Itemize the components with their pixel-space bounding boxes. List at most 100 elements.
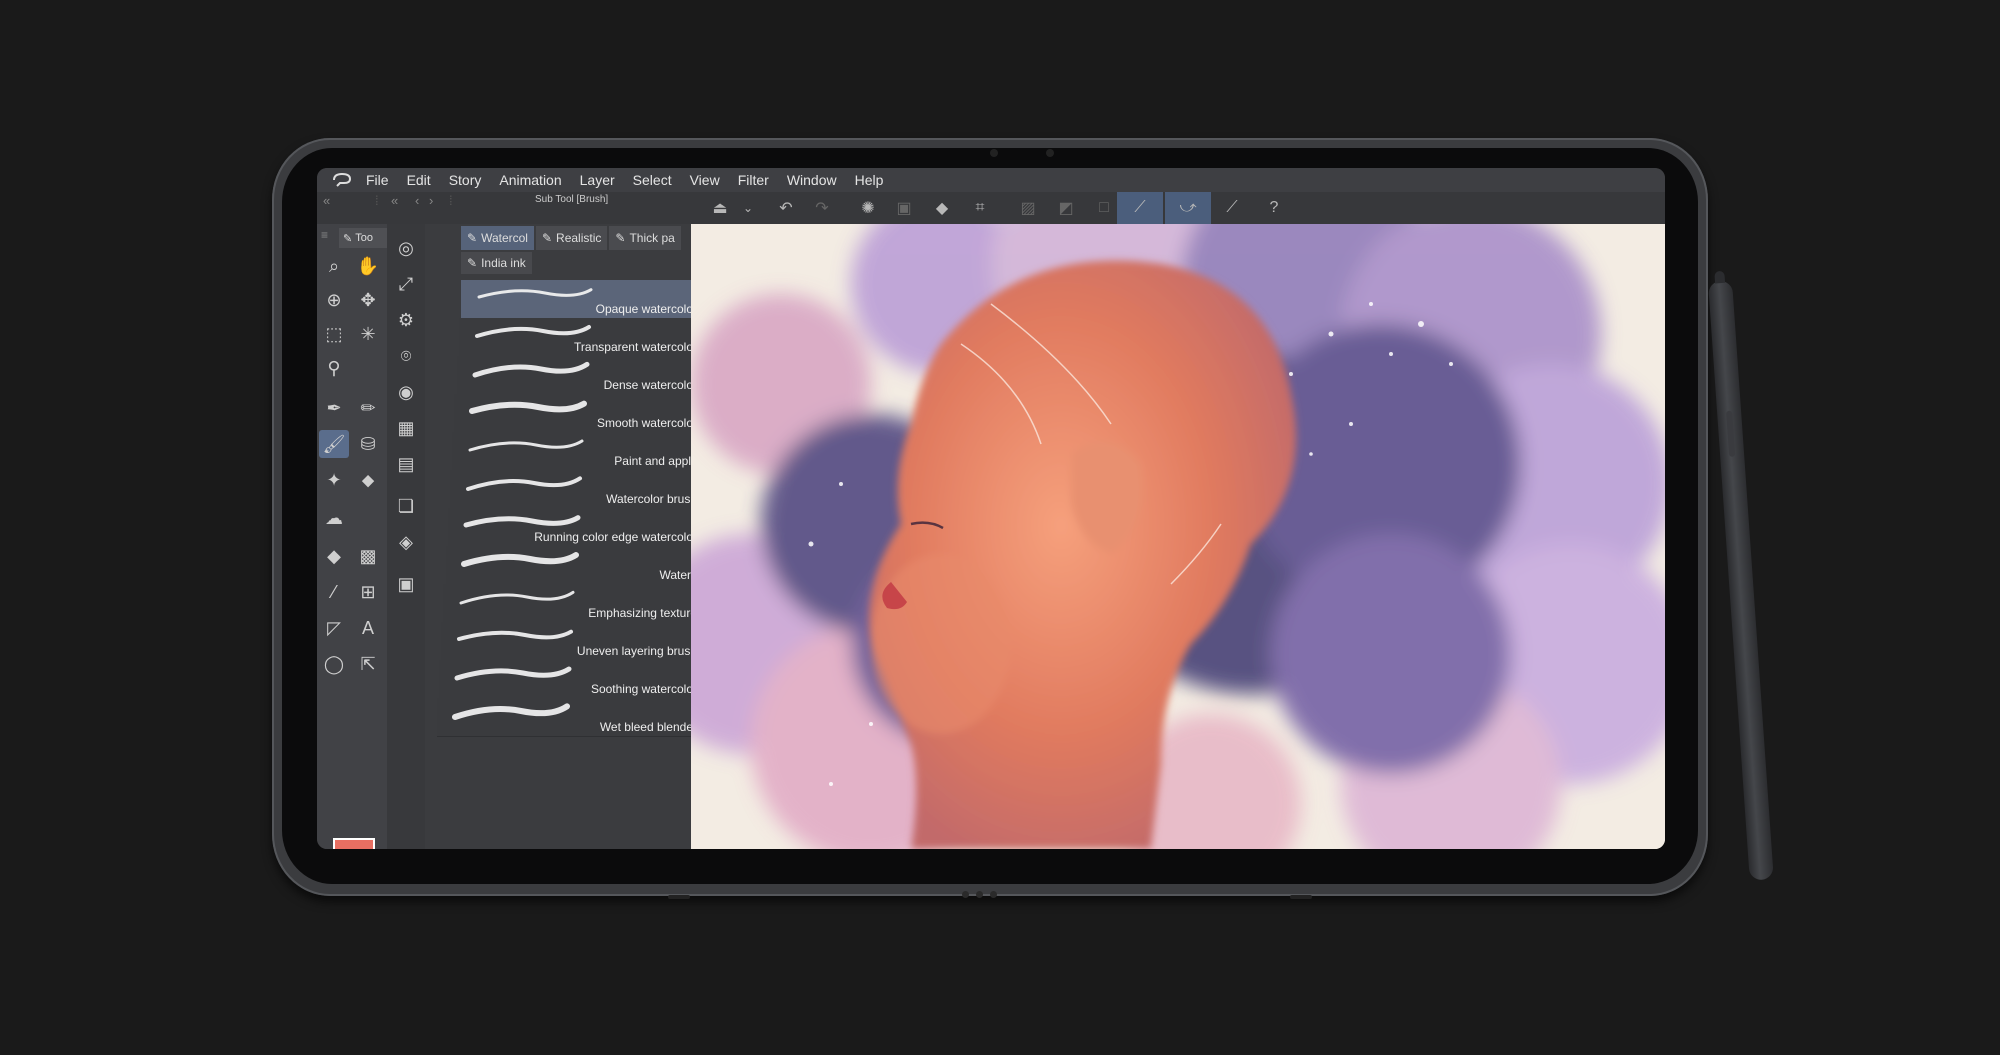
copy-icon[interactable]: ▣ xyxy=(893,197,915,219)
brush-item[interactable]: Transparent watercolor xyxy=(459,318,701,357)
divider-icon: ⁞ xyxy=(375,193,379,208)
main-color-swatch[interactable] xyxy=(333,838,375,849)
blend-icon[interactable]: ☁ xyxy=(319,504,349,532)
collapse-left-icon[interactable]: « xyxy=(391,193,398,208)
menu-story[interactable]: Story xyxy=(440,168,491,192)
brush-label: Paint and apply xyxy=(614,454,697,468)
selection-icon[interactable]: ⬚ xyxy=(319,320,349,348)
chevron-left-icon[interactable]: ‹ xyxy=(415,193,419,208)
tool-tab-label: Too xyxy=(355,232,374,244)
grid-icon[interactable]: ▦ xyxy=(391,414,421,442)
brush-stroke-preview xyxy=(457,629,573,641)
brush-item[interactable]: Paint and apply xyxy=(452,432,701,471)
tab-realistic[interactable]: ✎ Realistic xyxy=(535,226,608,250)
chevron-right-icon[interactable]: › xyxy=(429,193,433,208)
reference-icon[interactable]: ▣ xyxy=(391,570,421,598)
decoration-icon[interactable]: ✦ xyxy=(319,466,349,494)
balloon-icon[interactable]: ◯ xyxy=(319,650,349,678)
drawing-canvas[interactable] xyxy=(691,224,1665,849)
undo-icon[interactable]: ↶ xyxy=(775,197,797,219)
brush-active-icon[interactable]: ⤻ xyxy=(1165,192,1211,224)
redo-icon[interactable]: ↷ xyxy=(811,197,833,219)
brush-item[interactable]: Wet bleed blender xyxy=(437,698,701,737)
frame-icon[interactable]: ⊞ xyxy=(353,578,383,606)
layers-icon[interactable]: ◈ xyxy=(391,528,421,556)
loading-icon[interactable]: ✺ xyxy=(857,197,879,219)
eraser-icon[interactable]: ⬥ xyxy=(353,466,383,494)
frame-icon[interactable]: □ xyxy=(1093,197,1115,219)
fill-icon[interactable]: ◆ xyxy=(319,542,349,570)
brush-label: Wet bleed blender xyxy=(599,720,697,734)
brush-item[interactable]: Soothing watercolor xyxy=(439,660,701,699)
brush-stroke-preview xyxy=(452,703,570,720)
menu-filter[interactable]: Filter xyxy=(729,168,778,192)
stabilize-icon[interactable]: ⌾ xyxy=(391,342,421,370)
tab-label: Realistic xyxy=(556,231,602,245)
fill-icon[interactable]: ⏏ xyxy=(709,197,731,219)
brush-label: Watercolor brush xyxy=(606,492,697,506)
brush-item[interactable]: Opaque watercolor xyxy=(461,280,701,319)
menu-view[interactable]: View xyxy=(681,168,729,192)
correct-line-icon[interactable]: ⇱ xyxy=(353,650,383,678)
deselect-icon[interactable]: ▨ xyxy=(1017,197,1039,219)
settings-icon[interactable]: ⚙ xyxy=(391,306,421,334)
brush-item[interactable]: Watercolor brush xyxy=(450,470,701,509)
menu-window[interactable]: Window xyxy=(778,168,846,192)
brush-label: Dense watercolor xyxy=(603,378,697,392)
magic-wand-icon[interactable]: ✳ xyxy=(353,320,383,348)
brush-icon[interactable]: 🖌 xyxy=(319,430,349,458)
ruler-icon[interactable]: ◸ xyxy=(319,614,349,642)
menu-edit[interactable]: Edit xyxy=(398,168,440,192)
crop-icon[interactable]: ⌗ xyxy=(969,197,991,219)
object-icon[interactable]: ⊕ xyxy=(319,286,349,314)
gradient-icon[interactable]: ▩ xyxy=(353,542,383,570)
target-icon[interactable]: ◎ xyxy=(391,234,421,262)
brush-item[interactable]: Dense watercolor xyxy=(457,356,701,395)
layer-move-icon[interactable]: ⤢ xyxy=(391,270,421,298)
bucket-icon[interactable]: ◆ xyxy=(931,197,953,219)
line-icon[interactable]: ⁄ xyxy=(319,578,349,606)
menu-layer[interactable]: Layer xyxy=(571,168,624,192)
tab-label: Watercol xyxy=(481,231,528,245)
move-icon[interactable]: ✥ xyxy=(353,286,383,314)
menu-icon[interactable]: ≡ xyxy=(321,228,328,242)
tool-tab[interactable]: ✎ Too xyxy=(339,228,387,248)
airbrush-icon[interactable]: ⛁ xyxy=(353,430,383,458)
pencil-icon[interactable]: ⟋ xyxy=(1221,197,1243,219)
watercolor-artwork xyxy=(691,224,1665,849)
menubar: File Edit Story Animation Layer Select V… xyxy=(317,168,1665,192)
app-screen: File Edit Story Animation Layer Select V… xyxy=(317,168,1665,849)
pencil-icon[interactable]: ✏ xyxy=(353,394,383,422)
film-icon[interactable]: ▤ xyxy=(391,450,421,478)
zoom-icon[interactable]: ⌕ xyxy=(319,252,349,280)
brush-item[interactable]: Watery xyxy=(446,546,701,585)
circle-icon[interactable]: ◉ xyxy=(391,378,421,406)
brush-stroke-preview xyxy=(475,325,591,338)
pen-icon[interactable]: ✒ xyxy=(319,394,349,422)
camera-icon xyxy=(990,149,998,157)
sensor-icon xyxy=(1046,149,1054,157)
hand-icon[interactable]: ✋ xyxy=(353,252,383,280)
brush-item[interactable]: Emphasizing texture xyxy=(443,584,701,623)
brush-item[interactable]: Running color edge watercolor xyxy=(448,508,701,547)
gradient-icon[interactable]: ◩ xyxy=(1055,197,1077,219)
pen-active-icon[interactable]: ⟋ xyxy=(1117,192,1163,224)
text-icon[interactable]: A xyxy=(353,614,383,642)
brush-item[interactable]: Uneven layering brush xyxy=(441,622,701,661)
layers-add-icon[interactable]: ❏ xyxy=(391,492,421,520)
collapse-left-icon[interactable]: « xyxy=(323,193,330,208)
menu-animation[interactable]: Animation xyxy=(490,168,570,192)
eyedropper-icon[interactable]: ⚲ xyxy=(319,354,349,382)
chevron-down-icon[interactable]: ⌄ xyxy=(737,197,759,219)
tab-watercolor[interactable]: ✎ Watercol xyxy=(461,226,534,250)
menu-help[interactable]: Help xyxy=(846,168,893,192)
app-logo-icon[interactable] xyxy=(327,168,357,192)
menu-file[interactable]: File xyxy=(357,168,398,192)
tab-thick-paint[interactable]: ✎ Thick pa xyxy=(609,226,681,250)
menu-select[interactable]: Select xyxy=(624,168,681,192)
command-bar: « ⁞ « ‹ › ⁞ Sub Tool [Brush] ⏏ ⌄ ↶ ↷ ✺ ▣… xyxy=(317,192,1665,225)
tab-india-ink[interactable]: ✎ India ink xyxy=(461,252,532,274)
brush-stroke-preview xyxy=(459,590,575,605)
brush-item[interactable]: Smooth watercolor xyxy=(454,394,701,433)
help-icon[interactable]: ? xyxy=(1263,197,1285,219)
